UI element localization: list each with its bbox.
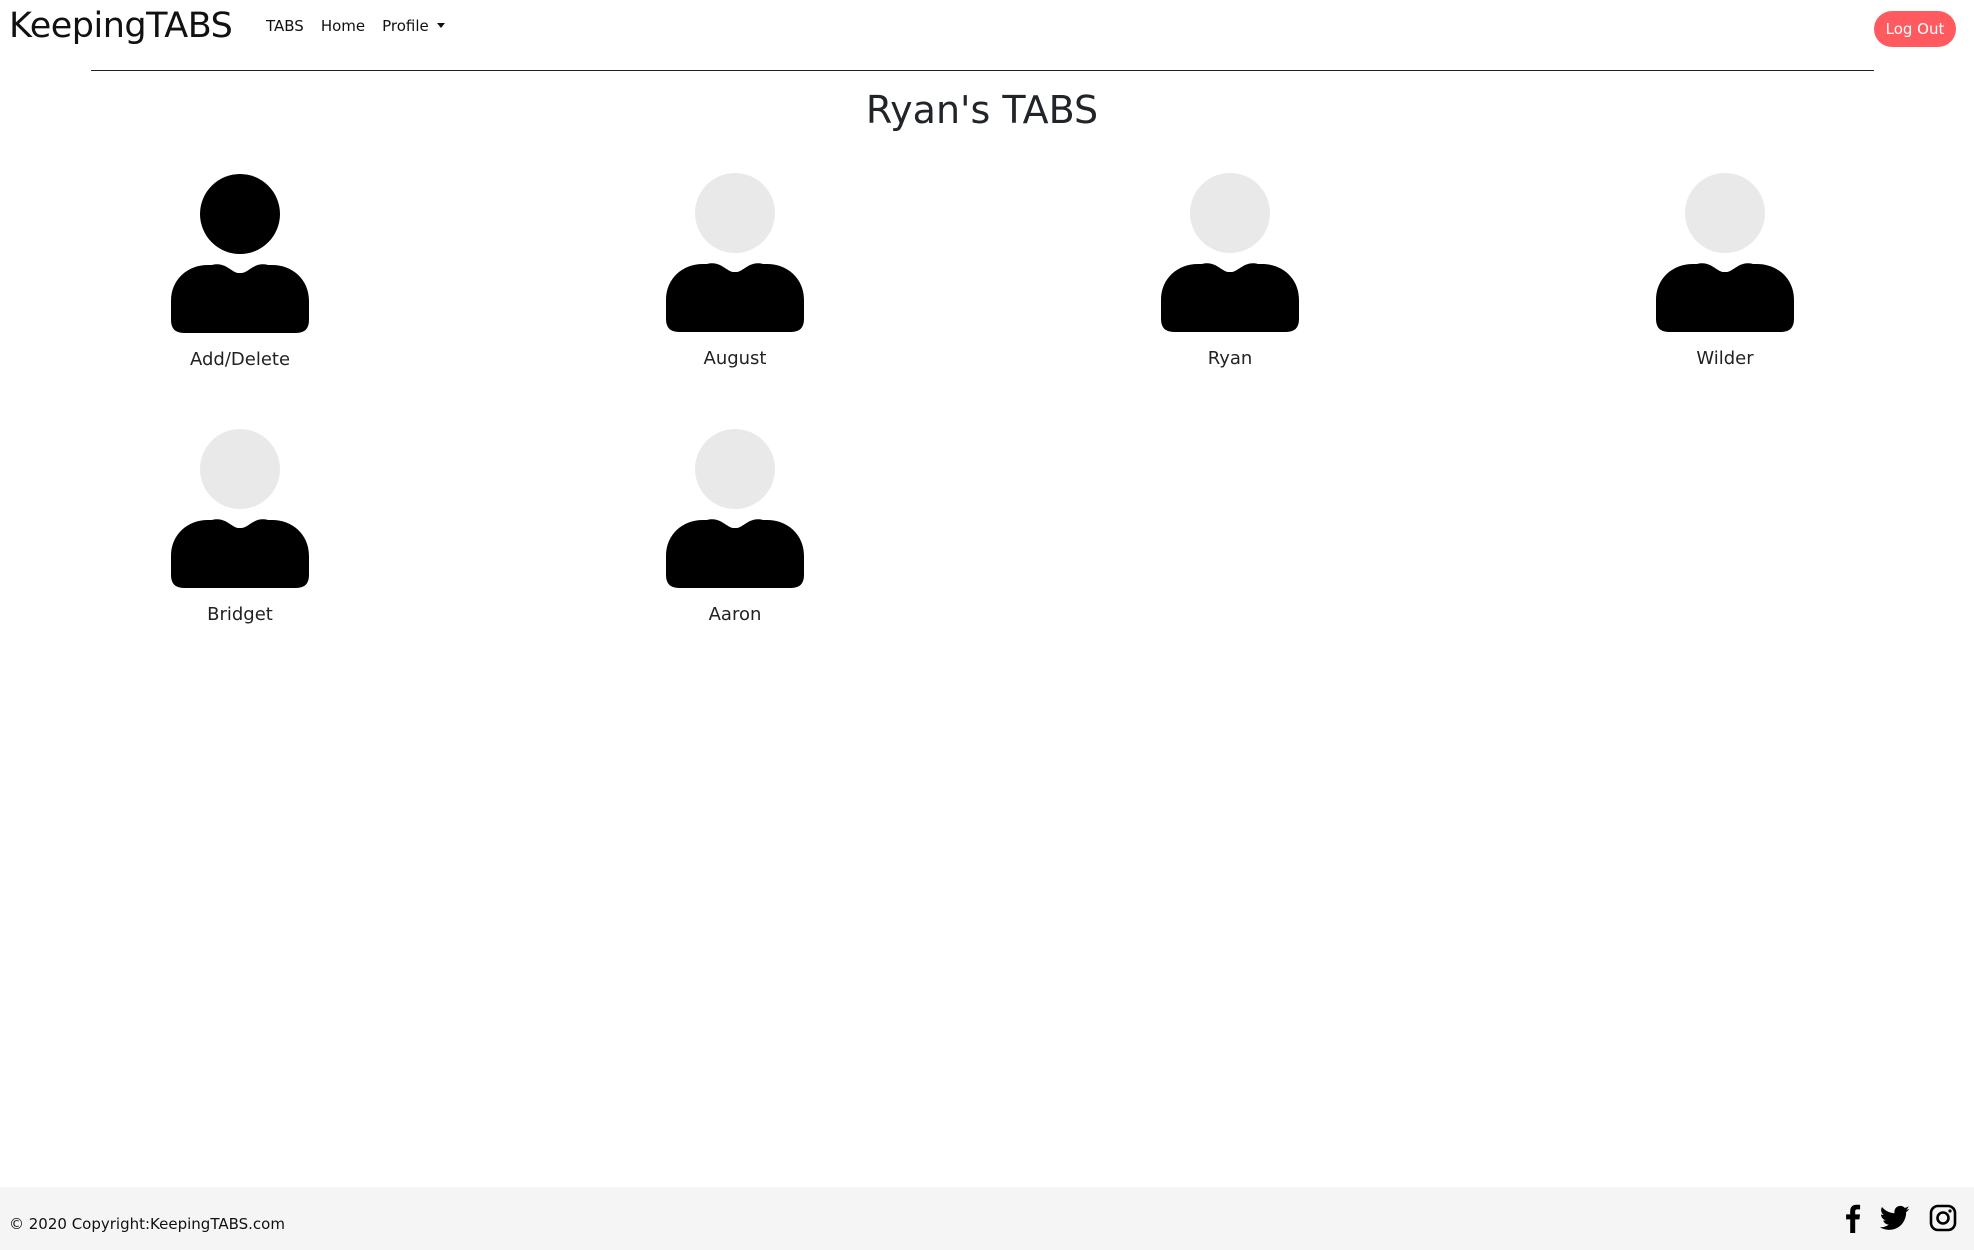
tab-card-bridget[interactable]: Bridget	[90, 428, 390, 625]
nav-link-tabs[interactable]: TABS	[266, 17, 304, 35]
user-head-shape	[200, 174, 280, 254]
tab-label: Add/Delete	[189, 349, 291, 370]
user-icon	[171, 174, 309, 333]
nav-links: TABS Home Profile	[266, 17, 445, 35]
user-head-shape	[200, 429, 280, 509]
header-divider	[91, 70, 1874, 71]
user-icon	[666, 429, 804, 588]
brand-logo[interactable]: KeepingTABS	[9, 6, 233, 46]
user-head-shape	[695, 429, 775, 509]
navbar: KeepingTABS TABS Home Profile Log Out	[0, 0, 1974, 56]
user-icon	[171, 429, 309, 588]
tab-card-august[interactable]: August	[585, 172, 885, 369]
facebook-icon[interactable]	[1838, 1203, 1868, 1233]
user-body-shape	[666, 263, 804, 332]
tab-label: Aaron	[708, 604, 762, 625]
user-head-shape	[1190, 173, 1270, 253]
page-title: Ryan's TABS	[865, 88, 1099, 132]
logout-button[interactable]: Log Out	[1874, 11, 1956, 47]
caret-down-icon	[436, 23, 445, 28]
footer: © 2020 Copyright:KeepingTABS.com	[0, 1187, 1974, 1250]
user-icon	[666, 173, 804, 332]
tab-card-aaron[interactable]: Aaron	[585, 428, 885, 625]
tab-card-wilder[interactable]: Wilder	[1575, 172, 1875, 369]
user-body-shape	[1656, 263, 1794, 332]
profile-dropdown[interactable]: Profile	[382, 17, 445, 35]
profile-label: Profile	[382, 17, 429, 35]
user-head-shape	[695, 173, 775, 253]
tab-label: August	[703, 348, 767, 369]
tab-label: Ryan	[1207, 348, 1253, 369]
tab-label: Wilder	[1696, 348, 1754, 369]
twitter-icon[interactable]	[1880, 1203, 1910, 1233]
tab-label: Bridget	[207, 604, 273, 625]
nav-link-home[interactable]: Home	[321, 17, 365, 35]
user-icon	[1656, 173, 1794, 332]
user-body-shape	[666, 519, 804, 588]
user-icon	[1161, 173, 1299, 332]
instagram-icon[interactable]	[1928, 1203, 1958, 1233]
tab-card-add-delete[interactable]: Add/Delete	[90, 173, 390, 370]
user-body-shape	[171, 519, 309, 588]
user-head-shape	[1685, 173, 1765, 253]
copyright-text: © 2020 Copyright:KeepingTABS.com	[9, 1215, 285, 1233]
tab-card-ryan[interactable]: Ryan	[1080, 172, 1380, 369]
user-body-shape	[171, 264, 309, 333]
user-body-shape	[1161, 263, 1299, 332]
